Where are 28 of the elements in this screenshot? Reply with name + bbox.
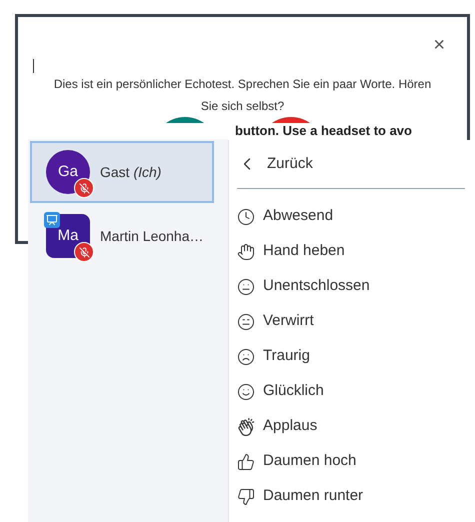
menu-item[interactable]: Abwesend (237, 199, 465, 234)
participant-name: Gast (Ich) (100, 162, 162, 182)
thumbs-up-icon (237, 452, 255, 470)
confused-face-icon (237, 312, 255, 330)
text-cursor (33, 59, 34, 73)
participant-name: Martin Leonha… (100, 226, 204, 246)
hand-icon (237, 242, 255, 260)
dialog-hint: button. Use a headset to avo (235, 124, 412, 138)
menu-item[interactable]: Traurig (237, 339, 465, 374)
back-button[interactable]: Zurück (237, 140, 313, 188)
menu-item[interactable]: Glücklich (237, 374, 465, 409)
smiling-face-icon (237, 382, 255, 400)
menu-item[interactable]: Hand heben (237, 234, 465, 269)
menu-item[interactable]: Applaus (237, 409, 465, 444)
participant-row[interactable]: Ga Gast (Ich) (30, 141, 214, 203)
menu-item[interactable]: Daumen hoch (237, 444, 465, 479)
avatar: Ga (46, 150, 90, 194)
sad-face-icon (237, 348, 255, 366)
close-button[interactable]: × (433, 35, 445, 55)
neutral-face-icon (237, 278, 255, 296)
thumbs-down-icon (237, 488, 255, 506)
menu-item[interactable]: Unentschlossen (237, 269, 465, 304)
menu-item[interactable]: Daumen runter (237, 479, 465, 514)
participant-row[interactable]: Ma Martin Leonha… (30, 205, 214, 267)
clock-icon (237, 208, 255, 226)
clapping-hands-icon (237, 418, 255, 436)
menu-item[interactable]: Verwirrt (237, 304, 465, 339)
dialog-message: Dies ist ein persönlicher Echotest. Sprechen Sie ein paar Worte. Hören Sie sich selbst? (52, 76, 432, 115)
